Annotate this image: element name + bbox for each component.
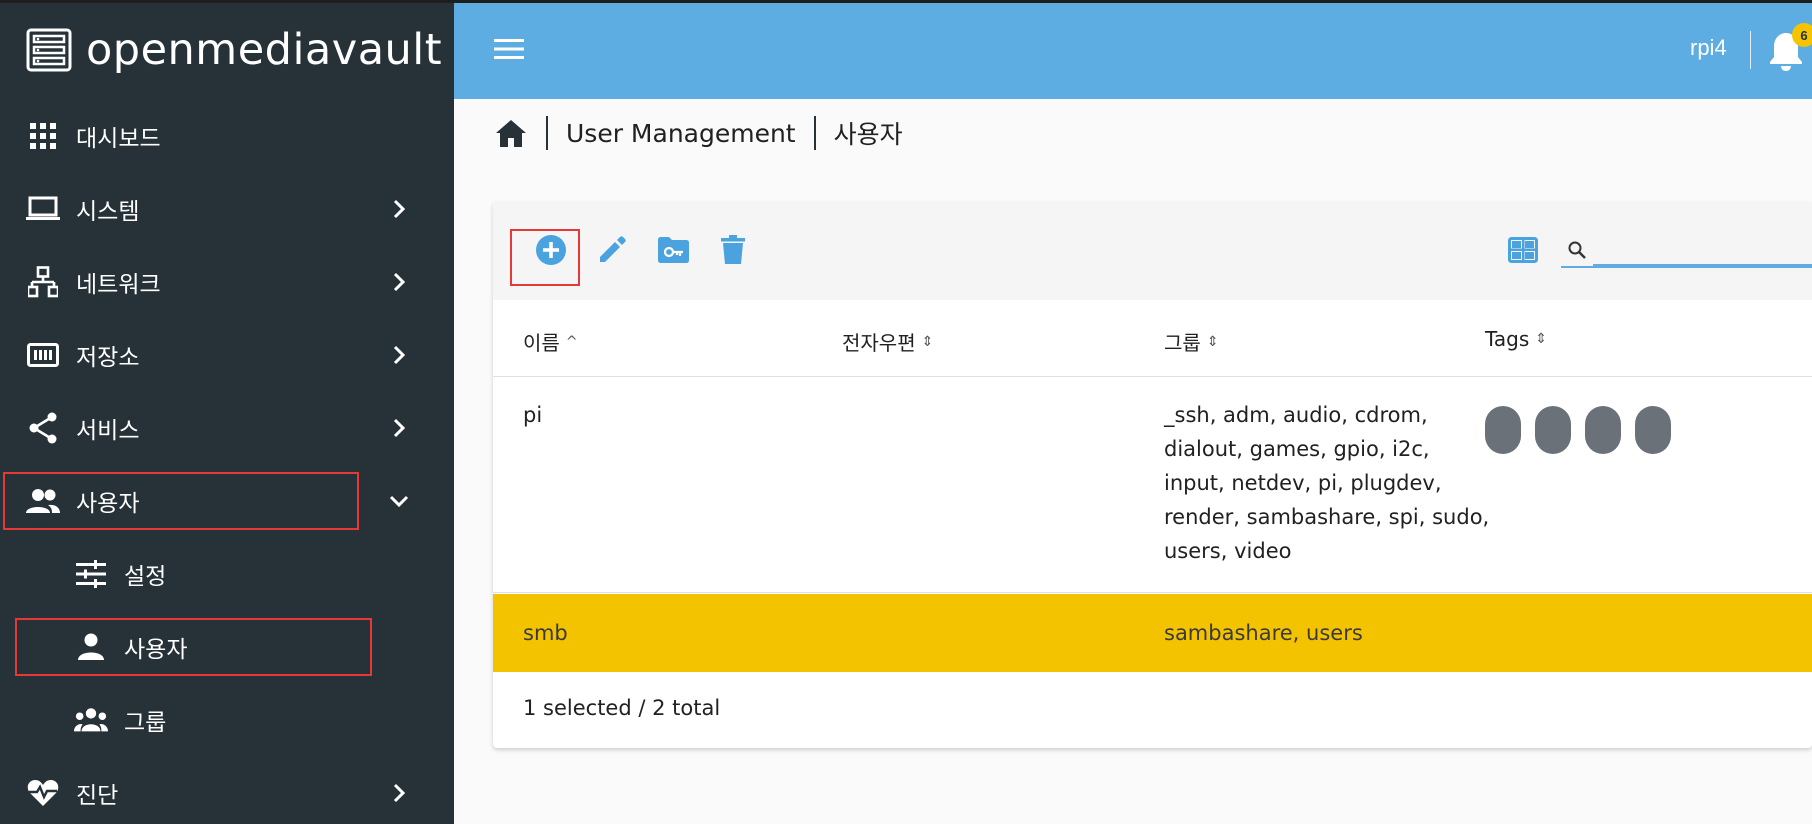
sort-unsorted-icon: ⇕ [1535, 331, 1548, 347]
sidebar-item-label: 대시보드 [76, 125, 161, 152]
sidebar: openmediavault 대시보드 시스템 네트워크 저장소 서비스 사용자… [0, 3, 454, 824]
tag-chip [1485, 406, 1521, 454]
search-underline [1561, 266, 1812, 268]
table-header: 이름 ^ 전자우편 ⇕ 그룹 ⇕ Tags ⇕ [493, 300, 1812, 377]
chevron-right-icon [393, 272, 406, 291]
sidebar-item-label: 네트워크 [76, 271, 161, 298]
tag-chip [1635, 406, 1671, 454]
breadcrumb-users: 사용자 [833, 120, 903, 149]
column-header-label: 이름 [523, 331, 560, 355]
column-header-email[interactable]: 전자우편 ⇕ [842, 327, 933, 356]
selection-count: 1 selected / 2 total [523, 696, 721, 720]
sidebar-item-network[interactable]: 네트워크 [0, 245, 454, 318]
chevron-down-icon [389, 495, 409, 507]
sidebar-item-diagnostics[interactable]: 진단 [0, 756, 454, 824]
server-logo-icon [26, 28, 72, 72]
breadcrumb: User Management 사용자 [494, 113, 903, 153]
chevron-right-icon [393, 418, 406, 437]
tag-chip [1535, 406, 1571, 454]
table-columns-icon [1508, 237, 1538, 263]
sidebar-item-users[interactable]: 사용자 [0, 464, 454, 537]
folder-key-icon [658, 237, 689, 263]
table-toolbar [493, 202, 1812, 300]
chevron-right-icon [393, 199, 406, 218]
sidebar-item-storage[interactable]: 저장소 [0, 318, 454, 391]
cell-groups: sambashare, users [1164, 621, 1363, 645]
app-window: openmediavault 대시보드 시스템 네트워크 저장소 서비스 사용자… [0, 0, 1812, 824]
sort-unsorted-icon: ⇕ [1206, 333, 1219, 350]
column-header-label: 전자우편 [842, 331, 916, 355]
table-row-selected[interactable]: smb sambashare, users [493, 594, 1812, 672]
groups-line: users, video [1164, 539, 1292, 563]
column-header-name[interactable]: 이름 ^ [523, 327, 578, 356]
sort-unsorted-icon: ⇕ [921, 333, 934, 350]
network-icon [26, 265, 60, 299]
sidebar-subitem-users[interactable]: 사용자 [0, 610, 454, 683]
group-icon [74, 703, 108, 737]
table-footer: 1 selected / 2 total [493, 672, 1812, 748]
groups-line: input, netdev, pi, plugdev, [1164, 471, 1442, 495]
cell-groups: _ssh, adm, audio, cdrom, dialout, games,… [1164, 398, 1494, 568]
edit-button[interactable] [594, 232, 630, 268]
share-icon [26, 411, 60, 445]
sidebar-item-services[interactable]: 서비스 [0, 391, 454, 464]
dashboard-grid-icon [26, 119, 60, 153]
cell-name: smb [523, 621, 568, 645]
chevron-right-icon [393, 783, 406, 802]
sidebar-item-label: 진단 [76, 782, 119, 809]
add-button[interactable] [533, 232, 569, 268]
sidebar-item-label: 저장소 [76, 344, 140, 371]
column-header-tags[interactable]: Tags ⇕ [1485, 327, 1547, 351]
heartbeat-icon [26, 776, 60, 810]
sidebar-item-dashboard[interactable]: 대시보드 [0, 99, 454, 172]
brand-name: openmediavault [86, 25, 443, 75]
sidebar-item-label: 시스템 [76, 198, 140, 225]
sidebar-item-label: 설정 [124, 563, 167, 590]
main-content: rpi4 6 User Management 사용자 이름 ^ 전자우편 ⇕ 그… [454, 3, 1812, 824]
search-icon [1568, 241, 1586, 259]
laptop-icon [26, 192, 60, 226]
sidebar-item-label: 사용자 [76, 490, 140, 517]
edit-pencil-icon [600, 236, 626, 262]
tune-icon [74, 557, 108, 591]
storage-icon [26, 338, 60, 372]
brand[interactable]: openmediavault [26, 23, 442, 77]
groups-line: dialout, games, gpio, i2c, [1164, 437, 1430, 461]
column-view-button[interactable] [1505, 232, 1541, 268]
table-row[interactable]: pi _ssh, adm, audio, cdrom, dialout, gam… [493, 378, 1812, 593]
column-header-label: Tags [1485, 327, 1530, 351]
cell-name: pi [523, 403, 543, 427]
breadcrumb-separator [546, 116, 548, 150]
person-icon [74, 630, 108, 664]
chevron-right-icon [393, 345, 406, 364]
users-icon [26, 484, 60, 518]
breadcrumb-user-management[interactable]: User Management [566, 119, 796, 148]
menu-hamburger-icon[interactable] [494, 37, 524, 61]
tag-chip [1585, 406, 1621, 454]
host-name: rpi4 [1690, 35, 1727, 60]
column-header-groups[interactable]: 그룹 ⇕ [1164, 327, 1219, 356]
shared-folder-privileges-button[interactable] [655, 232, 691, 268]
topbar: rpi4 6 [454, 3, 1812, 99]
column-header-label: 그룹 [1164, 331, 1201, 355]
groups-line: render, sambashare, spi, sudo, [1164, 505, 1490, 529]
sidebar-item-label: 서비스 [76, 417, 140, 444]
topbar-divider [1750, 31, 1751, 69]
notification-badge: 6 [1792, 23, 1812, 47]
search-input[interactable] [1593, 232, 1812, 266]
users-table-card: 이름 ^ 전자우편 ⇕ 그룹 ⇕ Tags ⇕ pi _ssh, adm, au… [493, 202, 1812, 748]
add-circle-icon [536, 235, 566, 265]
sidebar-item-label: 그룹 [124, 709, 167, 736]
sidebar-subitem-settings[interactable]: 설정 [0, 537, 454, 610]
breadcrumb-separator [813, 116, 816, 150]
delete-trash-icon [721, 235, 745, 264]
groups-line: _ssh, adm, audio, cdrom, [1164, 403, 1428, 427]
sort-ascending-icon: ^ [565, 333, 578, 350]
sidebar-item-label: 사용자 [124, 636, 188, 663]
sidebar-subitem-groups[interactable]: 그룹 [0, 683, 454, 756]
delete-button[interactable] [715, 232, 751, 268]
home-icon[interactable] [494, 116, 528, 150]
sidebar-item-system[interactable]: 시스템 [0, 172, 454, 245]
